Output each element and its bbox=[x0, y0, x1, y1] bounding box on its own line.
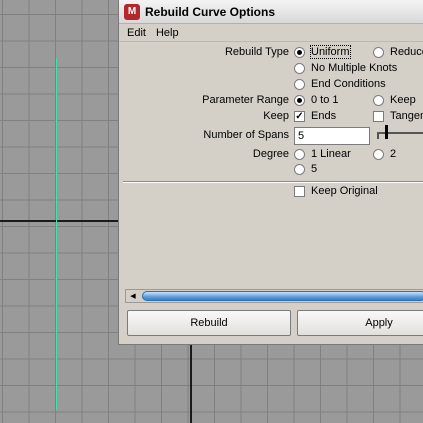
ends-checkbox[interactable]: ✓ bbox=[294, 111, 305, 122]
scroll-left-icon[interactable]: ◀ bbox=[126, 290, 140, 302]
horizontal-scrollbar[interactable]: ◀ bbox=[125, 289, 423, 303]
scroll-thumb[interactable] bbox=[142, 291, 423, 301]
rebuild-curve-dialog: M Rebuild Curve Options Edit Help Rebuil… bbox=[118, 0, 423, 345]
parameter-range-label: Parameter Range bbox=[202, 94, 289, 106]
radio-end-conditions[interactable] bbox=[294, 79, 305, 90]
uniform-label[interactable]: Uniform bbox=[310, 45, 351, 59]
ends-label[interactable]: Ends bbox=[311, 110, 336, 122]
options-separator bbox=[123, 181, 423, 183]
degree-1-linear-label[interactable]: 1 Linear bbox=[311, 148, 351, 160]
degree-label: Degree bbox=[252, 148, 289, 160]
maya-app-icon: M bbox=[124, 3, 140, 20]
radio-reduce[interactable] bbox=[373, 47, 384, 58]
dialog-titlebar[interactable]: M Rebuild Curve Options bbox=[119, 0, 423, 24]
number-of-spans-field[interactable]: 5 bbox=[294, 127, 370, 145]
degree-2-label[interactable]: 2 bbox=[390, 148, 396, 160]
dialog-title: Rebuild Curve Options bbox=[145, 4, 276, 19]
keep-range-label[interactable]: Keep bbox=[390, 94, 416, 106]
tangents-label[interactable]: Tangents bbox=[390, 110, 423, 122]
apply-button[interactable]: Apply bbox=[297, 310, 423, 336]
degree-5-label[interactable]: 5 bbox=[311, 163, 317, 175]
keep-original-label[interactable]: Keep Original bbox=[311, 185, 378, 197]
radio-degree-5[interactable] bbox=[294, 164, 305, 175]
number-of-spans-label: Number of Spans bbox=[203, 129, 289, 141]
keep-label: Keep bbox=[263, 110, 289, 122]
menu-bar: Edit Help bbox=[119, 24, 423, 42]
radio-0-to-1[interactable] bbox=[294, 95, 305, 106]
radio-no-multiple-knots[interactable] bbox=[294, 63, 305, 74]
radio-degree-2[interactable] bbox=[373, 149, 384, 160]
zero-to-one-label[interactable]: 0 to 1 bbox=[311, 94, 339, 106]
menu-edit[interactable]: Edit bbox=[127, 27, 146, 39]
rebuild-button[interactable]: Rebuild bbox=[127, 310, 291, 336]
radio-uniform[interactable] bbox=[294, 47, 305, 58]
spans-slider-track[interactable] bbox=[377, 132, 423, 134]
reduce-label[interactable]: Reduce bbox=[390, 46, 423, 58]
rebuild-type-label: Rebuild Type bbox=[224, 46, 289, 58]
menu-help[interactable]: Help bbox=[156, 27, 179, 39]
radio-keep-range[interactable] bbox=[373, 95, 384, 106]
no-multiple-knots-label[interactable]: No Multiple Knots bbox=[311, 62, 397, 74]
end-conditions-label[interactable]: End Conditions bbox=[311, 78, 386, 90]
keep-original-checkbox[interactable] bbox=[294, 186, 305, 197]
tangents-checkbox[interactable] bbox=[373, 111, 384, 122]
nurbs-curve[interactable] bbox=[56, 58, 57, 410]
spans-slider-thumb[interactable] bbox=[385, 125, 388, 139]
radio-degree-1-linear[interactable] bbox=[294, 149, 305, 160]
spans-slider-start bbox=[377, 132, 379, 139]
